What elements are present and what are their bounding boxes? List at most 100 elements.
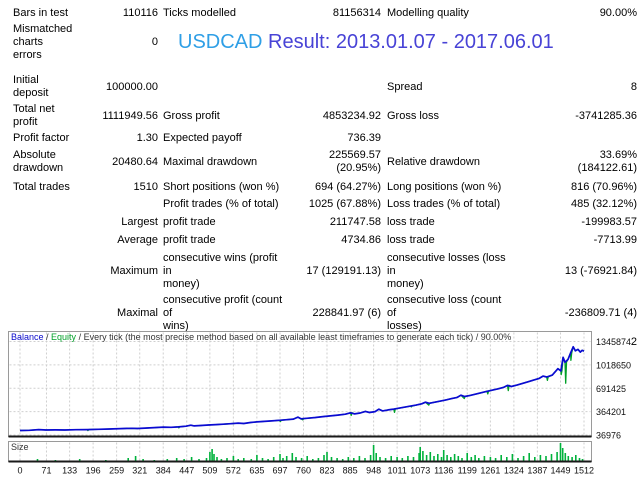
y-axis-tick-label: 1018650 xyxy=(596,360,631,370)
report-cell-c4: 694 (64.27%) xyxy=(314,181,381,193)
report-table: Bars in test 110116 Ticks modelled 81156314… xyxy=(0,0,640,349)
report-cell-c4: 17 (129191.13) xyxy=(306,265,381,277)
report-cell-c3: Ticks modelled xyxy=(163,7,236,19)
size-bar xyxy=(437,454,439,461)
report-cell-c4: 81156314 xyxy=(332,7,381,19)
report-cell-c6: 816 (70.96%) xyxy=(570,181,637,193)
size-bar xyxy=(419,447,421,461)
size-bar xyxy=(372,445,375,461)
report-cell-c6: 8 xyxy=(630,80,637,93)
size-bar xyxy=(457,456,460,461)
size-bar xyxy=(396,457,398,461)
size-bar xyxy=(422,451,424,461)
report-cell-c6: 13 (-76921.84) xyxy=(564,265,637,277)
size-bar xyxy=(433,456,435,461)
report-row: Bars in test 110116 Ticks modelled 81156314… xyxy=(0,7,640,20)
report-cell-c2: 110116 xyxy=(122,7,158,19)
size-bar xyxy=(559,443,562,461)
report-row: Mismatched charts errors 0 USDCAD Result: … xyxy=(0,23,640,62)
x-axis-tick-label: 1449 xyxy=(550,466,570,476)
report-cell-c6: 33.69% (184122.61) xyxy=(577,149,637,174)
report-cell-c3: profit trade xyxy=(163,234,216,246)
x-axis-labels: 0 71 133 196 259 321 384 447 509 572 635 697 760 823 8… xyxy=(17,466,594,476)
report-cell-c4: 211747.58 xyxy=(329,216,381,228)
result-range-label: Result: 2013.01.07 - 2017.06.01 xyxy=(268,31,554,53)
x-axis-tick-label: 948 xyxy=(366,466,381,476)
balance-legend-label: Balance xyxy=(11,332,44,342)
result-title: USDCAD Result: 2013.01.07 - 2017.06.01 xyxy=(178,31,554,53)
size-bar xyxy=(483,456,486,461)
report-cell-c6: -7713.99 xyxy=(593,234,637,246)
report-cell-c3: profit trade xyxy=(163,216,216,228)
x-axis-tick-label: 0 xyxy=(17,466,22,476)
size-bar xyxy=(379,457,381,461)
size-bar xyxy=(213,454,215,461)
report-cell-c2: Average xyxy=(117,234,158,246)
size-bar xyxy=(425,455,428,461)
report-cell-c1: Mismatched charts errors xyxy=(13,23,73,61)
size-bar xyxy=(466,453,468,461)
x-axis-tick-label: 321 xyxy=(132,466,147,476)
size-bar xyxy=(326,452,328,461)
report-row: Profit factor 1.30 Expected payoff 736.39 xyxy=(0,132,640,145)
x-axis-tick-label: 71 xyxy=(41,466,51,476)
report-cell-c5: Loss trades (% of total) xyxy=(387,198,501,210)
report-cell-c5: consecutive loss (count of losses) xyxy=(387,294,502,332)
report-cell-c5: Gross loss xyxy=(387,109,439,122)
report-cell-c6: -199983.57 xyxy=(581,216,637,228)
x-axis-tick-label: 823 xyxy=(319,466,334,476)
report-cell-c4: 736.39 xyxy=(347,132,381,144)
report-cell-c3: Gross profit xyxy=(163,109,220,122)
legend-separator: / xyxy=(44,332,52,342)
size-panel-box xyxy=(8,441,592,462)
report-cell-c5: Modelling quality xyxy=(387,7,469,19)
report-cell-c5: Long positions (won %) xyxy=(387,181,502,193)
size-bar xyxy=(550,454,553,461)
x-axis-tick-label: 133 xyxy=(62,466,77,476)
size-bar xyxy=(291,453,294,461)
report-cell-c2: Maximal xyxy=(117,307,158,319)
size-bar xyxy=(407,456,409,461)
size-bar xyxy=(564,453,567,461)
backtest-report-window: Bars in test 110116 Ticks modelled 81156314… xyxy=(0,0,640,480)
size-bar xyxy=(134,456,137,461)
report-cell-c2: 1.30 xyxy=(136,132,158,144)
size-bar xyxy=(571,457,573,461)
report-cell-c4: 228841.97 (6) xyxy=(312,307,382,319)
report-cell-c3: consecutive wins (profit in money) xyxy=(163,252,278,290)
size-bar xyxy=(272,457,275,461)
size-bar xyxy=(285,456,288,461)
equity-chart: 36976 364201 691425 1018650 1345874 Balance /… xyxy=(8,331,631,476)
x-axis-tick-label: 1387 xyxy=(527,466,547,476)
report-cell-c1: Initial deposit xyxy=(13,74,49,99)
report-cell-c4: 4734.86 xyxy=(341,234,381,246)
report-cell-c2: 20480.64 xyxy=(112,155,158,168)
size-bar xyxy=(306,456,308,461)
x-axis-tick-label: 1011 xyxy=(387,466,406,476)
x-axis-tick-label: 259 xyxy=(109,466,124,476)
equity-legend-label: Equity xyxy=(51,332,77,342)
size-bar xyxy=(209,452,211,461)
report-cell-c1: Profit factor xyxy=(13,132,70,144)
report-row: Absolute drawdown 20480.64 Maximal drawdow… xyxy=(0,149,640,175)
size-bar xyxy=(216,457,218,461)
size-bar xyxy=(489,457,492,461)
report-cell-c5: loss trade xyxy=(387,234,435,246)
x-axis-tick-label: 1324 xyxy=(504,466,524,476)
size-bar xyxy=(450,457,452,461)
x-axis-tick-label: 1136 xyxy=(434,466,453,476)
size-bar xyxy=(412,457,415,461)
size-bar xyxy=(474,455,476,461)
report-row: Maximal consecutive profit (count of wins… xyxy=(0,294,640,333)
report-cell-c3: Profit trades (% of total) xyxy=(163,198,279,210)
size-bar xyxy=(390,456,392,461)
report-cell-c2: 1111949.56 xyxy=(102,109,158,122)
size-bar xyxy=(279,454,281,461)
chart-header: Balance / Equity / Every tick (the most … xyxy=(11,332,511,342)
size-bar xyxy=(453,454,456,461)
size-bar xyxy=(446,455,448,461)
y-axis-labels: 36976 364201 691425 1018650 1345874 xyxy=(596,337,631,441)
report-cell-c2: 1510 xyxy=(133,181,158,193)
size-bar xyxy=(556,452,558,461)
report-row: Profit trades (% of total) 1025 (67.88%) L… xyxy=(0,198,640,211)
